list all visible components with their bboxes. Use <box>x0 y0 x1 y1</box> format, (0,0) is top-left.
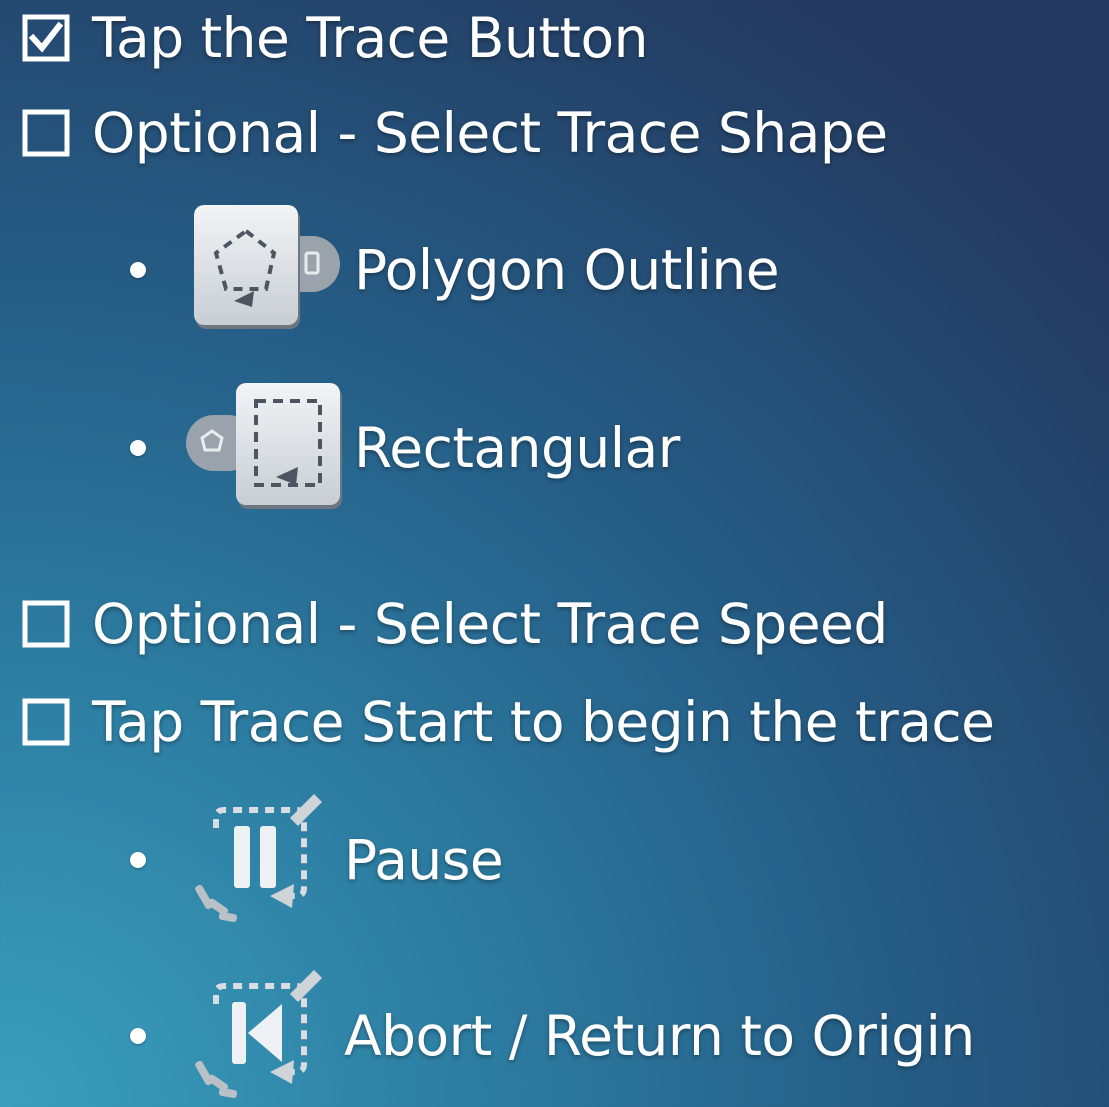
trace-control-pause[interactable]: Pause <box>130 788 504 932</box>
checklist-item-trace-button[interactable]: Tap the Trace Button <box>20 0 648 78</box>
trace-control-abort-return[interactable]: Abort / Return to Origin <box>130 966 975 1106</box>
checked-checkbox-icon[interactable] <box>20 12 72 64</box>
checklist-item-trace-start[interactable]: Tap Trace Start to begin the trace <box>20 682 995 762</box>
checklist-item-select-shape[interactable]: Optional - Select Trace Shape <box>20 93 888 173</box>
checklist-item-select-speed[interactable]: Optional - Select Trace Speed <box>20 584 888 664</box>
bullet <box>130 262 146 278</box>
bullet <box>130 440 146 456</box>
trace-control-label: Pause <box>344 828 504 892</box>
shape-option-label: Rectangular <box>354 416 680 480</box>
checklist-item-label: Optional - Select Trace Speed <box>92 592 888 656</box>
trace-abort-return-icon[interactable] <box>186 964 336 1107</box>
checklist-item-label: Tap Trace Start to begin the trace <box>92 690 995 754</box>
unchecked-checkbox-icon[interactable] <box>20 598 72 650</box>
checklist-item-label: Tap the Trace Button <box>92 6 648 70</box>
unchecked-checkbox-icon[interactable] <box>20 696 72 748</box>
trace-control-label: Abort / Return to Origin <box>344 1004 975 1068</box>
shape-option-rectangular[interactable]: Rectangular <box>130 383 680 513</box>
unchecked-checkbox-icon[interactable] <box>20 107 72 159</box>
shape-option-polygon-outline[interactable]: Polygon Outline <box>130 203 780 337</box>
shape-option-label: Polygon Outline <box>354 238 780 302</box>
checklist-item-label: Optional - Select Trace Shape <box>92 101 888 165</box>
bullet <box>130 852 146 868</box>
polygon-outline-toggle-icon[interactable] <box>186 203 346 337</box>
rectangular-toggle-icon[interactable] <box>186 381 346 515</box>
bullet <box>130 1028 146 1044</box>
trace-pause-icon[interactable] <box>186 788 336 932</box>
